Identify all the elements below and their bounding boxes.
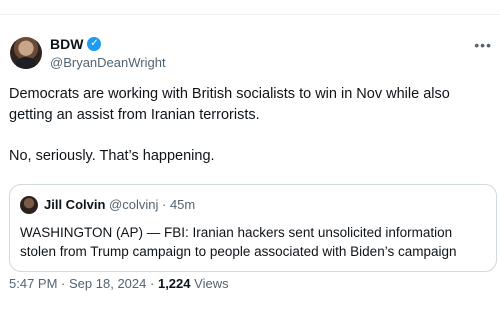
quoted-tweet[interactable]: Jill Colvin @colvinj · 45m WASHINGTON (A… bbox=[9, 184, 497, 272]
tweet-text-paragraph: Democrats are working with British socia… bbox=[9, 86, 450, 123]
author-avatar[interactable] bbox=[10, 37, 42, 69]
author-display-name[interactable]: BDW bbox=[50, 36, 83, 52]
tweet-text-paragraph: No, seriously. That’s happening. bbox=[9, 148, 215, 164]
tweet-date[interactable]: Sep 18, 2024 bbox=[69, 276, 146, 291]
quote-header: Jill Colvin @colvinj · 45m bbox=[44, 196, 195, 214]
meta-separator: · bbox=[150, 276, 155, 291]
verified-badge-icon: ✓ bbox=[87, 37, 102, 51]
quote-timestamp[interactable]: 45m bbox=[170, 197, 195, 212]
meta-separator: · bbox=[61, 276, 66, 291]
tweet-text: Democrats are working with British socia… bbox=[9, 84, 489, 167]
quote-author-handle[interactable]: @colvinj bbox=[109, 197, 158, 212]
views-count: 1,224 bbox=[157, 276, 191, 291]
tweet-card: BDW ✓ @BryanDeanWright ••• Democrats are… bbox=[0, 15, 500, 311]
tweet-page: BDW ✓ @BryanDeanWright ••• Democrats are… bbox=[0, 0, 500, 311]
quote-text: WASHINGTON (AP) — FBI: Iranian hackers s… bbox=[20, 225, 457, 259]
views-label: Views bbox=[194, 276, 229, 291]
author-handle[interactable]: @BryanDeanWright bbox=[50, 55, 166, 70]
tweet-time[interactable]: 5:47 PM bbox=[9, 276, 57, 291]
quote-separator: · bbox=[161, 197, 167, 212]
tweet-meta: 5:47 PM · Sep 18, 2024 · 1,224 Views bbox=[9, 276, 229, 291]
quote-author-avatar[interactable] bbox=[20, 196, 38, 214]
quote-author-name[interactable]: Jill Colvin bbox=[44, 197, 105, 212]
author-name-row: BDW ✓ bbox=[50, 36, 102, 52]
more-options-icon[interactable]: ••• bbox=[474, 37, 492, 53]
